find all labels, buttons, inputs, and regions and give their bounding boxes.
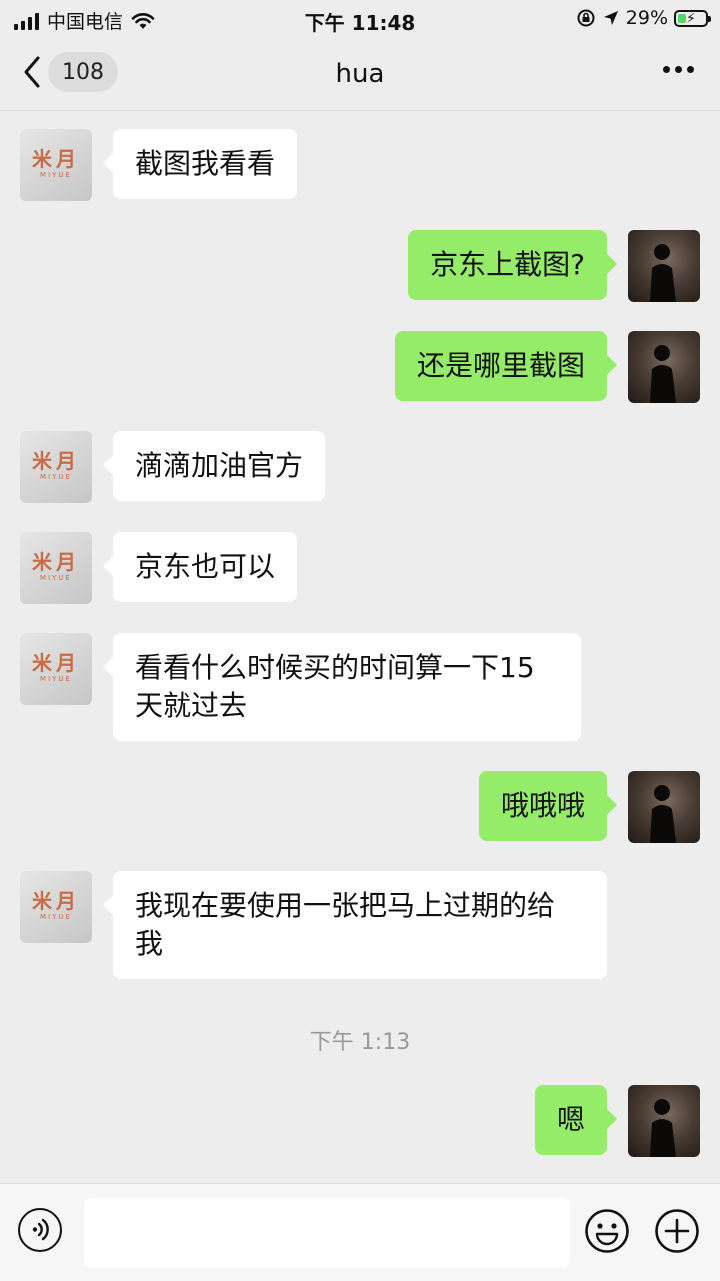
person-silhouette-icon	[650, 345, 676, 403]
location-icon	[603, 11, 618, 25]
message-bubble[interactable]: 京东也可以	[102, 532, 298, 602]
my-avatar[interactable]	[628, 230, 700, 302]
plus-icon[interactable]	[654, 1208, 700, 1254]
my-avatar[interactable]	[628, 771, 700, 843]
message-timestamp: 下午 1:13	[309, 1030, 411, 1055]
miyue-logo-sub: MIYUE	[40, 473, 72, 481]
message-bubble[interactable]: 哦哦哦	[478, 771, 618, 841]
message-input[interactable]	[84, 1198, 570, 1268]
chat-header: 108 hua	[0, 40, 720, 111]
miyue-logo: 米月	[32, 889, 80, 913]
message-bubble[interactable]: 还是哪里截图	[394, 331, 618, 401]
message-bubble[interactable]: 京东上截图?	[408, 230, 617, 300]
rotation-lock-icon	[577, 9, 595, 27]
battery-percent: 29%	[625, 7, 668, 29]
miyue-logo: 米月	[32, 651, 80, 675]
contact-avatar[interactable]: 米月 MIYUE	[20, 633, 92, 705]
contact-avatar[interactable]: 米月 MIYUE	[20, 129, 92, 201]
chat-title: hua	[335, 59, 385, 89]
voice-button[interactable]	[18, 1208, 62, 1252]
emoji-icon[interactable]	[584, 1208, 630, 1254]
miyue-logo: 米月	[32, 449, 80, 473]
message-bubble[interactable]: 滴滴加油官方	[102, 431, 326, 501]
status-bar: 中国电信 下午 11:48 29% ⚡	[0, 0, 720, 40]
person-silhouette-icon	[650, 1099, 676, 1157]
my-avatar[interactable]	[628, 1085, 700, 1157]
more-dot	[687, 66, 694, 73]
message-bubble[interactable]: 嗯	[534, 1085, 618, 1155]
more-button[interactable]	[663, 66, 694, 73]
miyue-logo-sub: MIYUE	[40, 913, 72, 921]
battery-charging-icon: ⚡	[674, 9, 711, 27]
message-bubble[interactable]: 我现在要使用一张把马上过期的给 我	[103, 871, 607, 979]
miyue-logo-sub: MIYUE	[40, 171, 72, 179]
miyue-logo-sub: MIYUE	[40, 675, 72, 683]
message-bubble[interactable]: 看看什么时候买的时间算一下15 天就过去	[103, 633, 581, 741]
voice-icon	[32, 1218, 49, 1241]
contact-avatar[interactable]: 米月 MIYUE	[20, 871, 92, 943]
person-silhouette-icon	[650, 785, 676, 843]
my-avatar[interactable]	[628, 331, 700, 403]
contact-avatar[interactable]: 米月 MIYUE	[20, 431, 92, 503]
person-silhouette-icon	[650, 244, 676, 302]
miyue-logo-sub: MIYUE	[40, 574, 72, 582]
input-bar	[0, 1183, 720, 1281]
miyue-logo: 米月	[32, 550, 80, 574]
miyue-logo: 米月	[32, 147, 80, 171]
more-dot	[675, 66, 682, 73]
message-bubble[interactable]: 截图我看看	[102, 129, 298, 199]
more-dots-icon	[663, 66, 670, 73]
contact-avatar[interactable]: 米月 MIYUE	[20, 532, 92, 604]
